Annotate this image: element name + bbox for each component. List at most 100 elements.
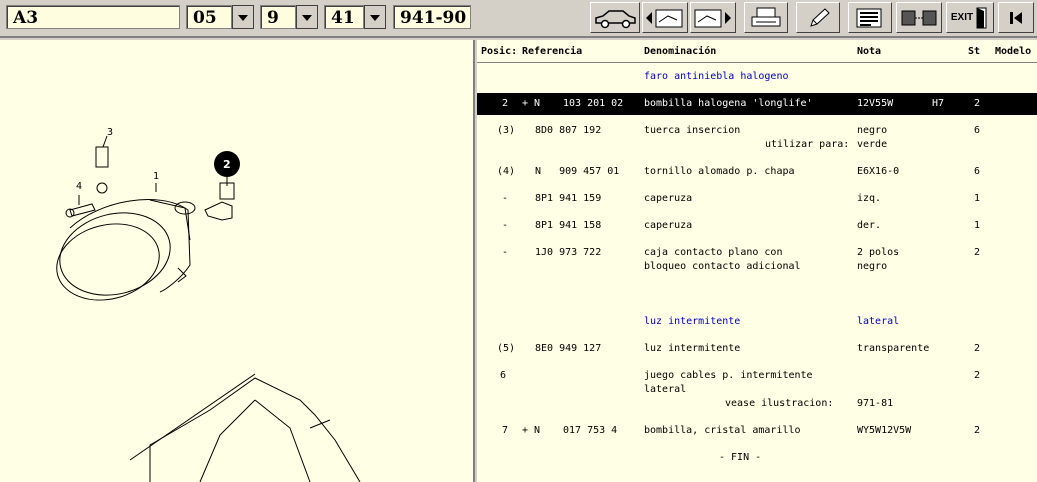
section-header-turn-signal: luz intermitente lateral: [477, 315, 1037, 329]
cell-pos: (4): [497, 166, 516, 177]
table-row[interactable]: (4) N 909 457 01 tornillo alomado p. cha…: [477, 165, 1037, 179]
cell-den: bombilla, cristal amarillo: [644, 425, 801, 436]
first-page-button[interactable]: [998, 2, 1034, 33]
col-modelo-header: Modelo: [995, 46, 1032, 57]
illustration-panel: 3 4 1 2: [0, 40, 475, 482]
callout-3: 3: [107, 127, 113, 138]
col-nota-header: Nota: [857, 46, 882, 57]
table-row[interactable]: 6 juego cables p. intermitente 2 lateral…: [477, 369, 1037, 411]
cell-den: caperuza: [644, 220, 693, 231]
cell-st: 2: [974, 370, 981, 381]
cell-nota: 2 polos: [857, 247, 900, 258]
cell-ref: N 909 457 01: [535, 166, 620, 177]
cell-st: 6: [974, 125, 981, 136]
cell-den-line3: vease ilustracion:: [725, 398, 834, 409]
cell-ref: 8E0 949 127: [535, 343, 602, 354]
cell-pos: 2: [502, 98, 509, 109]
subgroup-dropdown[interactable]: [296, 5, 318, 29]
table-row[interactable]: (5) 8E0 949 127 luz intermitente transpa…: [477, 342, 1037, 356]
toolbar: A3 05 9 41 941-90 EXIT: [0, 0, 1037, 38]
section-dropdown[interactable]: [364, 5, 386, 29]
cell-st: 2: [974, 343, 981, 354]
cell-ref: 103 201 02: [563, 98, 624, 109]
col-ref-header: Referencia: [522, 46, 583, 57]
col-den-header: Denominación: [644, 46, 717, 57]
cell-flag: + N: [522, 425, 541, 436]
next-illustration-button[interactable]: [690, 2, 736, 33]
cell-nota: E6X16-0: [857, 166, 900, 177]
cell-den: caperuza: [644, 193, 693, 204]
cell-st: 2: [974, 247, 981, 258]
cell-nota-line2: verde: [857, 139, 888, 150]
cell-nota-line2: negro: [857, 261, 888, 272]
cell-pos: -: [502, 193, 509, 204]
exit-button[interactable]: EXIT: [946, 2, 994, 33]
cell-pos: 6: [500, 370, 507, 381]
cell-den: juego cables p. intermitente: [644, 370, 813, 381]
table-row[interactable]: 7 + N 017 753 4 bombilla, cristal amaril…: [477, 424, 1037, 438]
cell-st: 2: [974, 425, 981, 436]
cell-den: caja contacto plano con: [644, 247, 783, 258]
cell-pos: -: [502, 220, 509, 231]
door-icon: [976, 7, 987, 28]
parts-table-header: Posic: Referencia Denominación Nota St M…: [477, 40, 1037, 63]
edit-button[interactable]: [796, 2, 840, 33]
cell-pos: (5): [497, 343, 516, 354]
cell-st: 6: [974, 166, 981, 177]
section-title: faro antiniebla halogeno: [644, 71, 789, 82]
illustration-field[interactable]: 941-90: [393, 5, 471, 29]
callout-1: 1: [153, 171, 159, 182]
cell-den-line2: lateral: [644, 384, 687, 395]
cell-den-line2: bloqueo contacto adicional: [644, 261, 801, 272]
cell-den: luz intermitente: [644, 343, 741, 354]
skip-first-icon: [1010, 11, 1022, 24]
callout-4: 4: [76, 181, 82, 192]
pencil-icon: [810, 7, 830, 27]
table-row-selected[interactable]: 2 + N 103 201 02 bombilla halogena 'long…: [477, 93, 1037, 115]
col-st-header: St: [968, 46, 981, 57]
parts-list-panel: Posic: Referencia Denominación Nota St M…: [477, 40, 1037, 482]
cell-nota: 12V55W: [857, 98, 894, 109]
table-row[interactable]: (3) 8D0 807 192 tuerca insercion negro 6…: [477, 124, 1037, 152]
cell-st: 1: [974, 193, 981, 204]
transfer-button[interactable]: [896, 2, 942, 33]
print-button[interactable]: [744, 2, 788, 33]
exit-label: EXIT: [950, 12, 974, 23]
cell-nota: WY5W12V5W: [857, 425, 912, 436]
cell-ref: 8D0 807 192: [535, 125, 602, 136]
prev-page-icon: [646, 9, 683, 27]
cell-st: 1: [974, 220, 981, 231]
callout-2[interactable]: 2: [223, 158, 231, 171]
cell-pos: -: [502, 247, 509, 258]
end-label: - FIN -: [719, 452, 762, 463]
printer-icon: [751, 7, 781, 26]
section-title: luz intermitente: [644, 316, 741, 327]
cell-ref: 017 753 4: [563, 425, 618, 436]
car-icon: [595, 9, 636, 28]
table-row[interactable]: - 1J0 973 722 caja contacto plano con 2 …: [477, 246, 1037, 274]
cell-nota: transparente: [857, 343, 930, 354]
col-pos-header: Posic:: [481, 46, 518, 57]
cell-den-line2: utilizar para:: [765, 139, 850, 150]
end-marker: - FIN -: [477, 451, 1037, 465]
section-field[interactable]: 41: [324, 5, 364, 29]
main-group-dropdown[interactable]: [232, 5, 254, 29]
cell-ref: 8P1 941 159: [535, 193, 602, 204]
cell-nota: negro: [857, 125, 888, 136]
subgroup-field[interactable]: 9: [260, 5, 296, 29]
next-page-icon: [694, 9, 731, 27]
cell-extra: H7: [932, 98, 945, 109]
cell-pos: 7: [502, 425, 509, 436]
table-row[interactable]: - 8P1 941 158 caperuza der. 1: [477, 219, 1037, 233]
main-group-field[interactable]: 05: [186, 5, 232, 29]
cell-den: tuerca insercion: [644, 125, 741, 136]
section-note: lateral: [857, 316, 900, 327]
previous-illustration-button[interactable]: [642, 2, 688, 33]
table-row[interactable]: - 8P1 941 159 caperuza izq. 1: [477, 192, 1037, 206]
parts-list-button[interactable]: [848, 2, 892, 33]
fog-lamp-illustration: 3 4 1 2: [56, 127, 361, 482]
cell-den: bombilla halogena 'longlife': [644, 98, 813, 109]
model-field[interactable]: A3: [6, 5, 180, 29]
vehicle-button[interactable]: [590, 2, 640, 33]
cell-flag: + N: [522, 98, 541, 109]
